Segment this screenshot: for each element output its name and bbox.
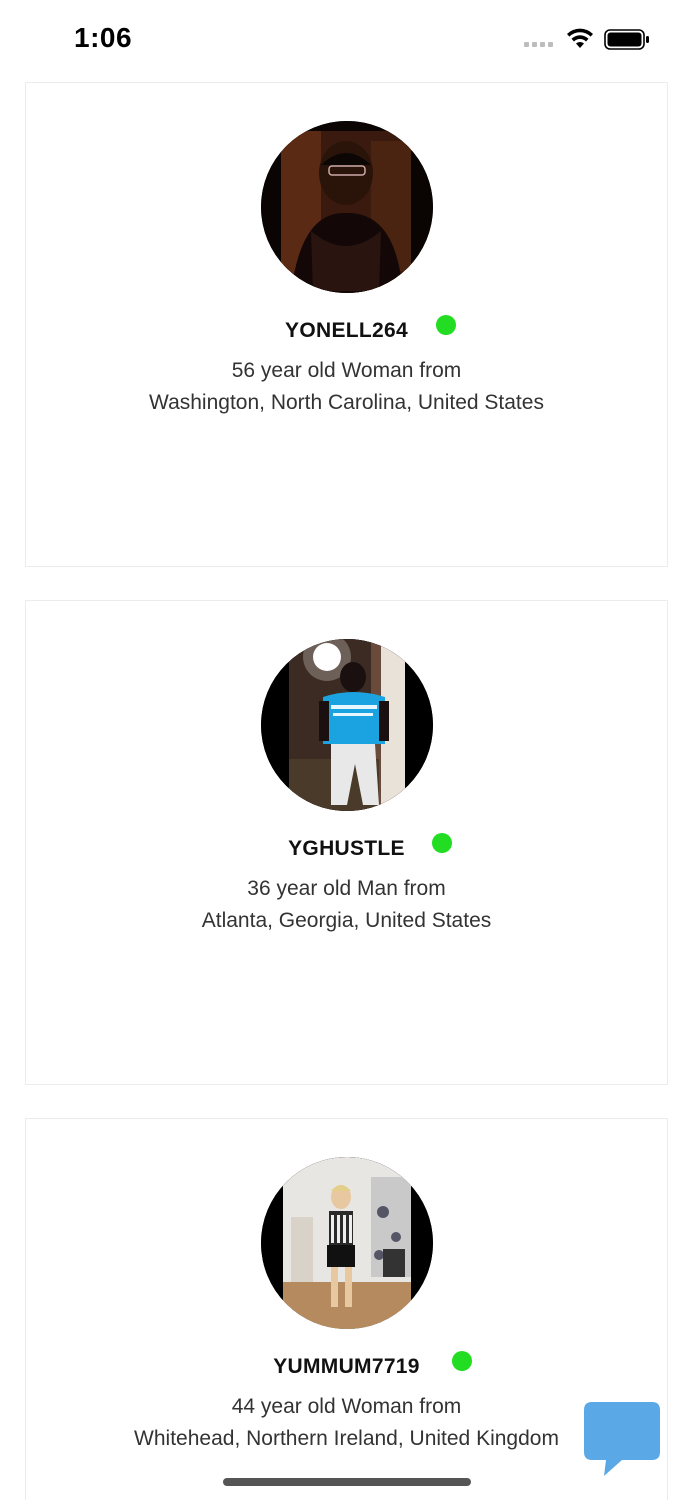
online-status-dot bbox=[432, 833, 452, 853]
location-text: Washington, North Carolina, United State… bbox=[149, 391, 544, 414]
wifi-icon bbox=[567, 28, 593, 48]
avatar[interactable] bbox=[261, 1157, 433, 1329]
screen: 1:06 YONELL264 56 year old Woman from Wa… bbox=[0, 0, 693, 1500]
location-text: Whitehead, Northern Ireland, United King… bbox=[134, 1427, 559, 1450]
status-time: 1:06 bbox=[74, 22, 133, 53]
profile-card[interactable]: YGHUSTLE 36 year old Man from Atlanta, G… bbox=[25, 600, 668, 1085]
username[interactable]: YONELL264 bbox=[285, 319, 408, 342]
profile-card[interactable]: YONELL264 56 year old Woman from Washing… bbox=[25, 82, 668, 567]
avatar[interactable] bbox=[261, 639, 433, 811]
avatar[interactable] bbox=[261, 121, 433, 293]
battery-icon bbox=[604, 29, 649, 50]
profile-description: 44 year old Woman from Whitehead, Northe… bbox=[26, 1391, 667, 1455]
status-bar: 1:06 bbox=[0, 0, 693, 80]
location-text: Atlanta, Georgia, United States bbox=[201, 909, 492, 932]
name-row: YONELL264 bbox=[26, 315, 667, 347]
profile-description: 56 year old Woman from Washington, North… bbox=[26, 355, 667, 419]
age-gender-text: 44 year old Woman from bbox=[231, 1395, 462, 1418]
profile-card[interactable]: YUMMUM7719 44 year old Woman from Whiteh… bbox=[25, 1118, 668, 1500]
age-gender-text: 56 year old Woman from bbox=[231, 359, 462, 382]
username[interactable]: YUMMUM7719 bbox=[273, 1355, 420, 1378]
username[interactable]: YGHUSTLE bbox=[288, 837, 405, 860]
cellular-signal-icon bbox=[524, 42, 553, 47]
age-gender-text: 36 year old Man from bbox=[247, 877, 446, 900]
online-status-dot bbox=[452, 1351, 472, 1371]
name-row: YUMMUM7719 bbox=[26, 1351, 667, 1383]
home-indicator[interactable] bbox=[223, 1478, 471, 1486]
name-row: YGHUSTLE bbox=[26, 833, 667, 865]
online-status-dot bbox=[436, 315, 456, 335]
profile-description: 36 year old Man from Atlanta, Georgia, U… bbox=[26, 873, 667, 937]
chat-bubble-icon[interactable] bbox=[582, 1400, 662, 1478]
